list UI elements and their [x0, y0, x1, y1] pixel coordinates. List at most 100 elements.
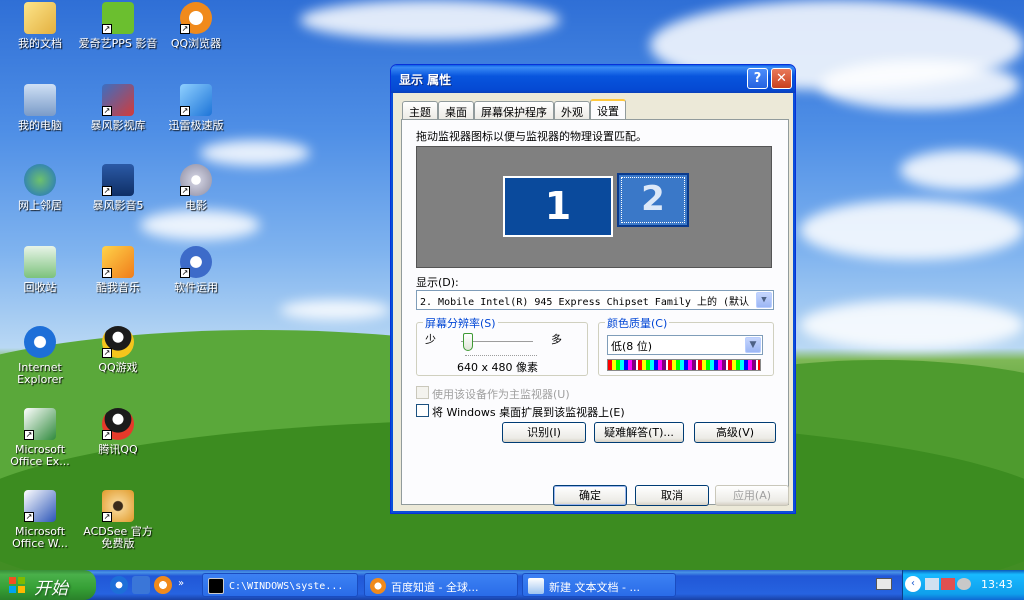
tab-screensaver[interactable]: 屏幕保护程序: [474, 101, 554, 119]
resolution-title: 屏幕分辨率(S): [423, 315, 498, 331]
notepad-icon: [528, 578, 544, 594]
desktop-icon-label: QQ浏览器: [170, 37, 222, 50]
excel-icon: ↗: [24, 408, 56, 440]
desktop-icon-network[interactable]: 网上邻居: [0, 164, 80, 212]
network-icon[interactable]: [925, 578, 939, 590]
instruction-text: 拖动监视器图标以便与监视器的物理设置匹配。: [416, 130, 647, 143]
desktop-icon-baofeng-player[interactable]: ↗ 暴风影音5: [78, 164, 158, 212]
baofeng-player-icon: ↗: [102, 164, 134, 196]
movie-icon: ↗: [180, 164, 212, 196]
monitor-1[interactable]: 1: [503, 176, 613, 237]
desktop-icon-ie[interactable]: Internet Explorer: [0, 326, 80, 386]
resolution-more: 多: [551, 333, 562, 346]
primary-monitor-checkbox[interactable]: [416, 386, 429, 399]
color-quality-select[interactable]: 低(8 位) ▼: [607, 335, 763, 355]
desktop-quicklaunch-icon[interactable]: [132, 576, 150, 594]
cancel-button[interactable]: 取消: [635, 485, 709, 506]
dialog-titlebar[interactable]: 显示 属性: [391, 65, 795, 93]
color-quality-title: 颜色质量(C): [605, 315, 670, 331]
desktop-icon-baofeng-library[interactable]: ↗ 暴风影视库: [78, 84, 158, 132]
desktop-icon-label: Microsoft Office W...: [12, 525, 68, 550]
desktop-icon-iqiyi[interactable]: ↗ 爱奇艺PPS 影音: [78, 2, 158, 50]
desktop-icon-movie[interactable]: ↗ 电影: [156, 164, 236, 212]
dialog-title: 显示 属性: [399, 73, 452, 87]
desktop-icon-software[interactable]: ↗ 软件运用: [156, 246, 236, 294]
task-label: C:\WINDOWS\syste...: [229, 581, 344, 592]
quicklaunch-more-icon[interactable]: »: [178, 578, 184, 589]
desktop-icon-label: 迅雷极速版: [168, 119, 224, 132]
software-icon: ↗: [180, 246, 212, 278]
tab-settings[interactable]: 设置: [590, 99, 626, 120]
advanced-button[interactable]: 高级(V): [694, 422, 776, 443]
troubleshoot-button[interactable]: 疑难解答(T)...: [594, 422, 684, 443]
task-label: 百度知道 - 全球...: [391, 581, 479, 594]
iqiyi-pps-icon: ↗: [102, 2, 134, 34]
desktop-icon-label: 软件运用: [174, 281, 218, 294]
ie-quicklaunch-icon[interactable]: [110, 576, 128, 594]
resolution-slider-thumb[interactable]: [463, 333, 473, 351]
resolution-less: 少: [425, 333, 436, 346]
desktop-icon-acdsee[interactable]: ↗ ACDSee 官方免费版: [78, 490, 158, 550]
desktop-icon-label: 我的文档: [18, 37, 62, 50]
desktop-icon-label: Internet Explorer: [17, 361, 63, 386]
slider-ticks: [465, 355, 537, 356]
tray-expand-icon[interactable]: ‹: [905, 576, 921, 592]
task-notepad[interactable]: 新建 文本文档 - ...: [522, 573, 676, 597]
desktop-icon-label: 回收站: [23, 281, 57, 294]
qq-browser-quicklaunch-icon[interactable]: [154, 576, 172, 594]
tab-desktop[interactable]: 桌面: [438, 101, 474, 119]
apply-button[interactable]: 应用(A): [715, 485, 789, 506]
close-button[interactable]: ✕: [771, 68, 792, 89]
clock[interactable]: 13:43: [981, 578, 1013, 591]
keyboard-icon[interactable]: [876, 578, 892, 590]
display-select-value: 2. Mobile Intel(R) 945 Express Chipset F…: [420, 297, 749, 308]
desktop-icon-label: 爱奇艺PPS 影音: [78, 37, 158, 50]
desktop-icon-label: 暴风影视库: [90, 119, 146, 132]
help-button[interactable]: ?: [747, 68, 768, 89]
desktop-icon-qq-browser[interactable]: ↗ QQ浏览器: [156, 2, 236, 50]
start-button[interactable]: 开始: [0, 570, 96, 600]
desktop-icon-label: 电影: [185, 199, 207, 212]
desktop-icon-label: 酷我音乐: [96, 281, 140, 294]
dialog-body: 主题 桌面 屏幕保护程序 外观 设置 拖动监视器图标以便与监视器的物理设置匹配。…: [395, 93, 791, 509]
desktop-icon-qq-game[interactable]: ↗ QQ游戏: [78, 326, 158, 374]
display-properties-dialog: 显示 属性 ? ✕ 主题 桌面 屏幕保护程序 外观 设置 拖动监视器图标以便与监…: [390, 64, 796, 514]
monitor-2[interactable]: 2: [617, 173, 689, 227]
settings-panel: 拖动监视器图标以便与监视器的物理设置匹配。 1 2 显示(D): 2. Mobi…: [401, 119, 789, 505]
task-browser[interactable]: 百度知道 - 全球...: [364, 573, 518, 597]
my-computer-icon: [24, 84, 56, 116]
resolution-group: 屏幕分辨率(S) 少 多 640 x 480 像素: [416, 315, 588, 376]
volume-icon[interactable]: [957, 578, 971, 590]
identify-button[interactable]: 识别(I): [502, 422, 586, 443]
kuwo-music-icon: ↗: [102, 246, 134, 278]
desktop-icon-my-documents[interactable]: 我的文档: [0, 2, 80, 50]
cmd-icon: [208, 578, 224, 594]
desktop-icon-qq[interactable]: ↗ 腾讯QQ: [78, 408, 158, 456]
desktop-icon-label: 网上邻居: [18, 199, 62, 212]
tab-strip: 主题 桌面 屏幕保护程序 外观 设置: [402, 99, 626, 120]
desktop-icon-recycle-bin[interactable]: 回收站: [0, 246, 80, 294]
windows-flag-icon: [9, 577, 25, 593]
desktop-icon-label: ACDSee 官方免费版: [83, 525, 153, 550]
resolution-value: 640 x 480 像素: [457, 361, 538, 374]
primary-monitor-label: 使用该设备作为主监视器(U): [432, 388, 570, 401]
system-tray: ‹ 13:43: [902, 570, 1024, 600]
browser-icon: [370, 578, 386, 594]
desktop-icon-kuwo[interactable]: ↗ 酷我音乐: [78, 246, 158, 294]
tab-appearance[interactable]: 外观: [554, 101, 590, 119]
display-select[interactable]: 2. Mobile Intel(R) 945 Express Chipset F…: [416, 290, 774, 310]
desktop-icon-xunlei[interactable]: ↗ 迅雷极速版: [156, 84, 236, 132]
desktop-icon-my-computer[interactable]: 我的电脑: [0, 84, 80, 132]
desktop-icon-word[interactable]: ↗ Microsoft Office W...: [0, 490, 80, 550]
color-sample-bar: [607, 359, 761, 371]
security-icon[interactable]: [941, 578, 955, 590]
color-quality-value: 低(8 位): [611, 340, 653, 353]
extend-desktop-checkbox[interactable]: [416, 404, 429, 417]
tencent-qq-icon: ↗: [102, 408, 134, 440]
tab-themes[interactable]: 主题: [402, 101, 438, 119]
desktop-icon-excel[interactable]: ↗ Microsoft Office Ex...: [0, 408, 80, 468]
ok-button[interactable]: 确定: [553, 485, 627, 506]
task-cmd[interactable]: C:\WINDOWS\syste...: [202, 573, 358, 597]
my-documents-icon: [24, 2, 56, 34]
recycle-bin-icon: [24, 246, 56, 278]
